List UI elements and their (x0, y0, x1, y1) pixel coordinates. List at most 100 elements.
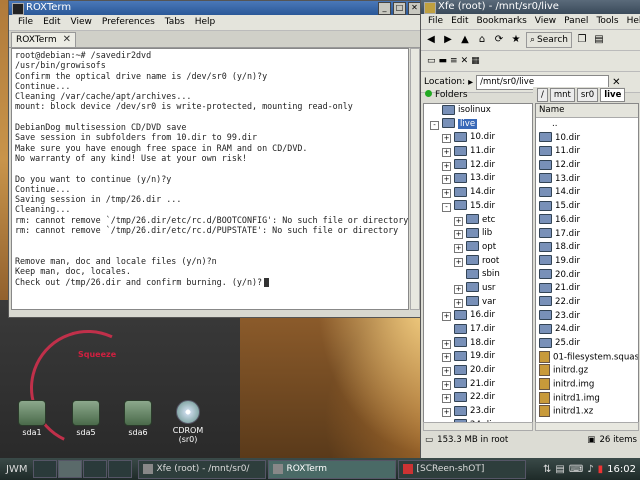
tree-item[interactable]: +19.dir (424, 350, 532, 364)
file-list-item[interactable]: 19.dir (536, 255, 638, 269)
keyboard-icon[interactable]: ⌨ (569, 464, 583, 475)
workspace-4[interactable] (108, 460, 133, 478)
expand-icon[interactable]: + (454, 216, 463, 226)
expand-icon[interactable]: + (454, 298, 463, 308)
tab-close-icon[interactable]: ✕ (63, 33, 71, 47)
taskbar-task-button[interactable]: ROXTerm (268, 459, 397, 479)
file-list-item[interactable]: 25.dir (536, 337, 638, 351)
desktop-icon-drive[interactable]: sda5 (64, 400, 108, 437)
expand-icon[interactable]: + (442, 339, 451, 349)
file-list-item[interactable]: 20.dir (536, 269, 638, 283)
tree-item[interactable]: + usr (424, 282, 532, 296)
expand-icon[interactable]: + (442, 134, 451, 144)
file-list-item[interactable]: 01-filesystem.squashfs (536, 350, 638, 365)
file-list[interactable]: Name .. 10.dir 11.dir 12.dir 13.dir 14.dir 15.… (535, 103, 639, 426)
collapse-icon[interactable]: - (430, 120, 439, 130)
file-list-item[interactable]: 17.dir (536, 228, 638, 242)
workspace-1[interactable] (33, 460, 58, 478)
expand-icon[interactable]: + (442, 367, 451, 377)
bookmark-icon[interactable]: ★ (509, 33, 523, 47)
tree-item[interactable]: +12.dir (424, 159, 532, 173)
tree-item[interactable]: +20.dir (424, 364, 532, 378)
tree-item[interactable]: 17.dir (424, 323, 532, 337)
tree-item[interactable]: +11.dir (424, 145, 532, 159)
breadcrumb-item[interactable]: sr0 (576, 88, 599, 102)
file-list-item[interactable]: 18.dir (536, 241, 638, 255)
desktop-icon-drive[interactable]: sda6 (116, 400, 160, 437)
expand-icon[interactable]: + (454, 257, 463, 267)
expand-icon[interactable]: + (454, 284, 463, 294)
file-list-item[interactable]: 10.dir (536, 132, 638, 146)
search-button[interactable]: ⌕ Search (526, 32, 572, 48)
file-list-item[interactable]: .. (536, 118, 638, 132)
expand-icon[interactable]: + (454, 230, 463, 240)
breadcrumb-item[interactable]: live (600, 88, 626, 102)
xfe-menu-item[interactable]: View (531, 14, 560, 29)
new-folder-icon[interactable]: ▬ (439, 56, 448, 66)
file-list-item[interactable]: 14.dir (536, 186, 638, 200)
tree-item[interactable]: +22.dir (424, 391, 532, 405)
xfe-menu-item[interactable]: File (424, 14, 447, 29)
xfe-menu-item[interactable]: Tools (592, 14, 622, 29)
expand-icon[interactable]: + (442, 189, 451, 199)
expand-icon[interactable]: + (442, 175, 451, 185)
file-list-item[interactable]: 15.dir (536, 200, 638, 214)
new-file-icon[interactable]: ▭ (424, 51, 436, 71)
xfe-menu-item[interactable]: Edit (447, 14, 472, 29)
up-icon[interactable]: ▲ (458, 33, 472, 47)
forward-icon[interactable]: ▶ (441, 33, 455, 47)
tree-item[interactable]: +18.dir (424, 337, 532, 351)
roxterm-menu-item[interactable]: Help (190, 15, 221, 30)
list-hscrollbar[interactable] (535, 422, 639, 431)
expand-icon[interactable]: + (442, 353, 451, 363)
roxterm-menu-item[interactable]: Tabs (160, 15, 190, 30)
file-list-item[interactable]: 11.dir (536, 145, 638, 159)
tree-item[interactable]: +16.dir (424, 309, 532, 323)
minimize-button[interactable]: _ (378, 2, 391, 15)
refresh-icon[interactable]: ⟳ (492, 33, 506, 47)
terminal-output[interactable]: root@debian:~# /savedir2dvd/usr/bin/grow… (11, 48, 409, 310)
location-clear-icon[interactable]: ✕ (612, 77, 620, 88)
expand-icon[interactable]: + (442, 148, 451, 158)
xfe-menu-item[interactable]: Help (623, 14, 640, 29)
tree-item[interactable]: +23.dir (424, 405, 532, 419)
breadcrumb-item[interactable]: mnt (549, 88, 575, 102)
tree-item[interactable]: + root (424, 255, 532, 269)
desktop-icon-drive[interactable]: sda1 (10, 400, 54, 437)
taskbar-task-button[interactable]: Xfe (root) - /mnt/sr0/ (138, 459, 267, 479)
expand-icon[interactable]: + (442, 161, 451, 171)
view-icon[interactable]: ▦ (471, 56, 480, 66)
folder-tree[interactable]: isolinux - live +10.dir +11.dir +12.dir +13.di… (423, 103, 533, 426)
back-icon[interactable]: ◀ (424, 33, 438, 47)
file-list-item[interactable]: initrd.img (536, 378, 638, 392)
xfe-window[interactable]: Xfe (root) - /mnt/sr0/live File Edit Bookm… (420, 0, 640, 458)
file-list-item[interactable]: initrd1.img (536, 391, 638, 406)
collapse-icon[interactable]: - (442, 202, 451, 212)
xfe-menu-item[interactable]: Panel (560, 14, 592, 29)
battery-icon[interactable]: ▮ (598, 464, 604, 475)
name-column-header[interactable]: Name (536, 104, 638, 118)
clipboard-icon[interactable]: ▤ (555, 464, 564, 475)
tree-item[interactable]: + etc (424, 214, 532, 228)
volume-icon[interactable]: ♪ (587, 464, 593, 475)
delete-icon[interactable]: ✕ (461, 56, 469, 66)
expand-icon[interactable]: + (442, 408, 451, 418)
file-list-item[interactable]: initrd1.xz (536, 405, 638, 419)
properties-icon[interactable]: ≡ (450, 56, 458, 66)
location-go-icon[interactable]: ▸ (468, 77, 473, 88)
workspace-2[interactable] (58, 460, 83, 478)
expand-icon[interactable]: + (454, 243, 463, 253)
roxterm-menu-item[interactable]: Edit (38, 15, 65, 30)
roxterm-window[interactable]: ROXTerm _ □ ✕ File Edit View Preferences Tab… (8, 0, 424, 318)
tree-hscrollbar[interactable] (423, 422, 533, 431)
file-list-item[interactable]: 23.dir (536, 310, 638, 324)
tree-item[interactable]: +21.dir (424, 378, 532, 392)
start-menu-button[interactable]: JWM (0, 464, 33, 475)
roxterm-menu-item[interactable]: View (66, 15, 97, 30)
expand-icon[interactable]: + (442, 394, 451, 404)
roxterm-menu-item[interactable]: Preferences (97, 15, 160, 30)
home-icon[interactable]: ⌂ (475, 33, 489, 47)
tree-item[interactable]: sbin (424, 268, 532, 282)
roxterm-titlebar[interactable]: ROXTerm _ □ ✕ (9, 1, 423, 15)
expand-icon[interactable]: + (442, 312, 451, 322)
